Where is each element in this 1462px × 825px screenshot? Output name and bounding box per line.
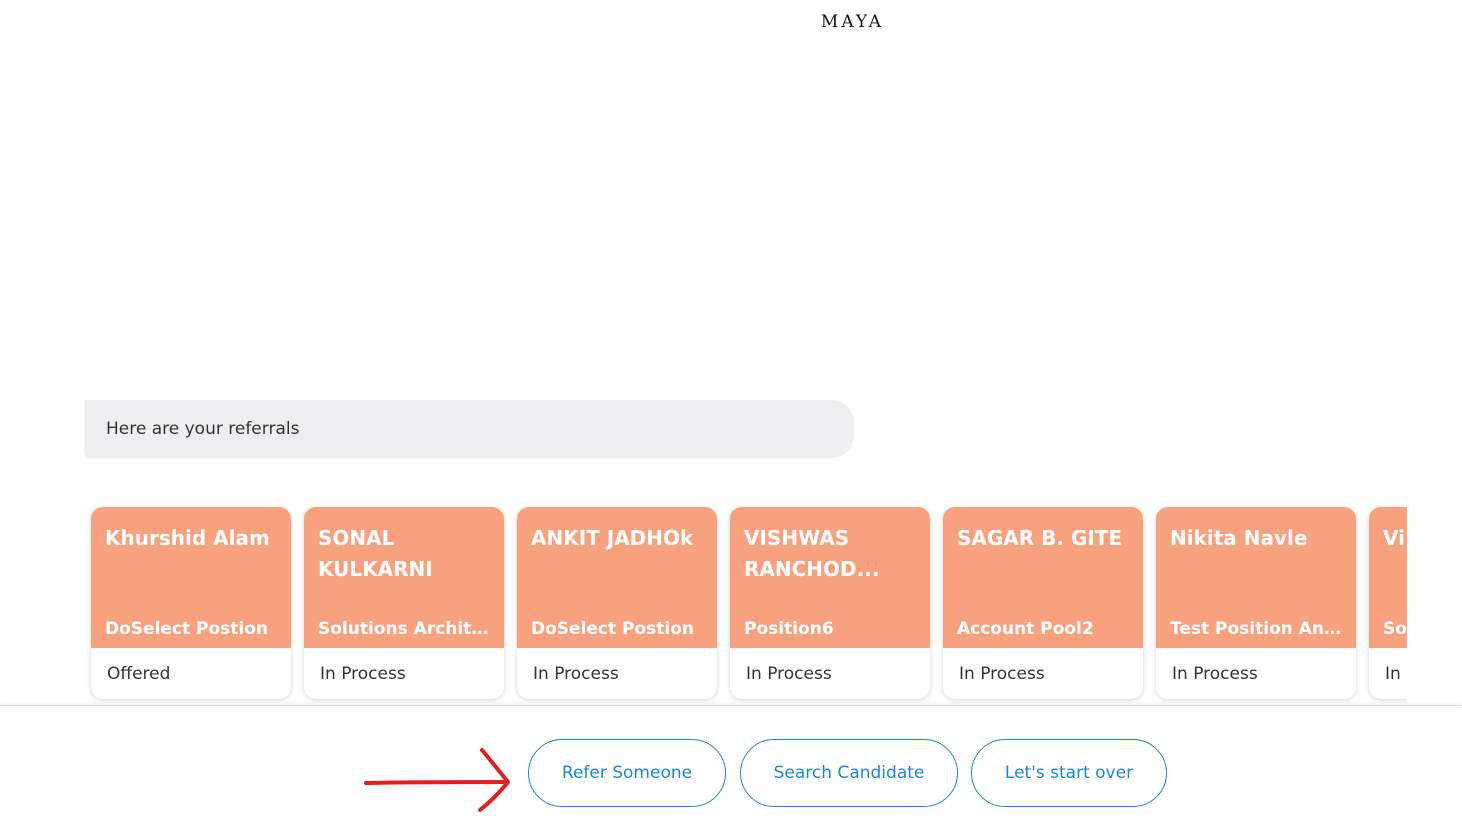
referral-card-header: ANKIT JADHOk DoSelect Postion <box>517 507 717 648</box>
referral-card-header: SONAL KULKARNI Solutions Architec... <box>304 507 504 648</box>
referral-card[interactable]: Nikita Navle Test Position Anni... In Pr… <box>1156 507 1356 699</box>
referral-card-header: Vi So <box>1369 507 1407 648</box>
referral-card[interactable]: SAGAR B. GITE Account Pool2 In Process <box>943 507 1143 699</box>
refer-someone-button[interactable]: Refer Someone <box>528 739 726 807</box>
referral-cards-carousel[interactable]: Khurshid Alam DoSelect Postion Offered S… <box>84 500 1407 705</box>
referral-card[interactable]: Vi So In <box>1369 507 1407 699</box>
referral-name: Nikita Navle <box>1170 526 1308 550</box>
referral-card[interactable]: Khurshid Alam DoSelect Postion Offered <box>91 507 291 699</box>
referral-status: In Process <box>320 663 406 684</box>
referral-name: SAGAR B. GITE <box>957 526 1123 550</box>
referral-status: In <box>1385 663 1401 684</box>
referral-card-header: Khurshid Alam DoSelect Postion <box>91 507 291 648</box>
referral-status: In Process <box>533 663 619 684</box>
chat-page: MAYA Here are your referrals Khurshid Al… <box>0 0 1462 825</box>
referral-position: DoSelect Postion <box>105 619 269 639</box>
bot-message-text: Here are your referrals <box>106 419 300 439</box>
referral-card[interactable]: SONAL KULKARNI Solutions Architec... In … <box>304 507 504 699</box>
start-over-button[interactable]: Let's start over <box>971 739 1167 807</box>
referral-card[interactable]: ANKIT JADHOk DoSelect Postion In Process <box>517 507 717 699</box>
search-candidate-button[interactable]: Search Candidate <box>740 739 958 807</box>
referral-position: Account Pool2 <box>957 619 1094 639</box>
referral-position: DoSelect Postion <box>531 619 695 639</box>
referral-status: Offered <box>107 663 171 684</box>
quick-actions-bar: Refer Someone Search Candidate Let's sta… <box>0 705 1462 825</box>
referral-name: Vi <box>1383 526 1405 550</box>
referral-position: Solutions Architec... <box>318 619 494 639</box>
referral-name: VISHWAS RANCHOD... <box>744 526 880 581</box>
referral-status: In Process <box>1172 663 1258 684</box>
brand-title: MAYA <box>820 12 885 32</box>
referral-name: ANKIT JADHOk <box>531 526 694 550</box>
referral-name: Khurshid Alam <box>105 526 270 550</box>
red-arrow-right-icon <box>364 748 510 812</box>
referral-position: Test Position Anni... <box>1170 619 1346 639</box>
referral-card[interactable]: VISHWAS RANCHOD... Position6 In Process <box>730 507 930 699</box>
referral-cards-row: Khurshid Alam DoSelect Postion Offered S… <box>84 500 1407 699</box>
referral-card-header: Nikita Navle Test Position Anni... <box>1156 507 1356 648</box>
referral-status: In Process <box>959 663 1045 684</box>
referral-name: SONAL KULKARNI <box>318 526 433 581</box>
bot-message-bubble: Here are your referrals <box>84 400 854 458</box>
referral-position: So <box>1383 619 1407 639</box>
referral-card-header: SAGAR B. GITE Account Pool2 <box>943 507 1143 648</box>
referral-position: Position6 <box>744 619 834 639</box>
referral-status: In Process <box>746 663 832 684</box>
referral-card-header: VISHWAS RANCHOD... Position6 <box>730 507 930 648</box>
